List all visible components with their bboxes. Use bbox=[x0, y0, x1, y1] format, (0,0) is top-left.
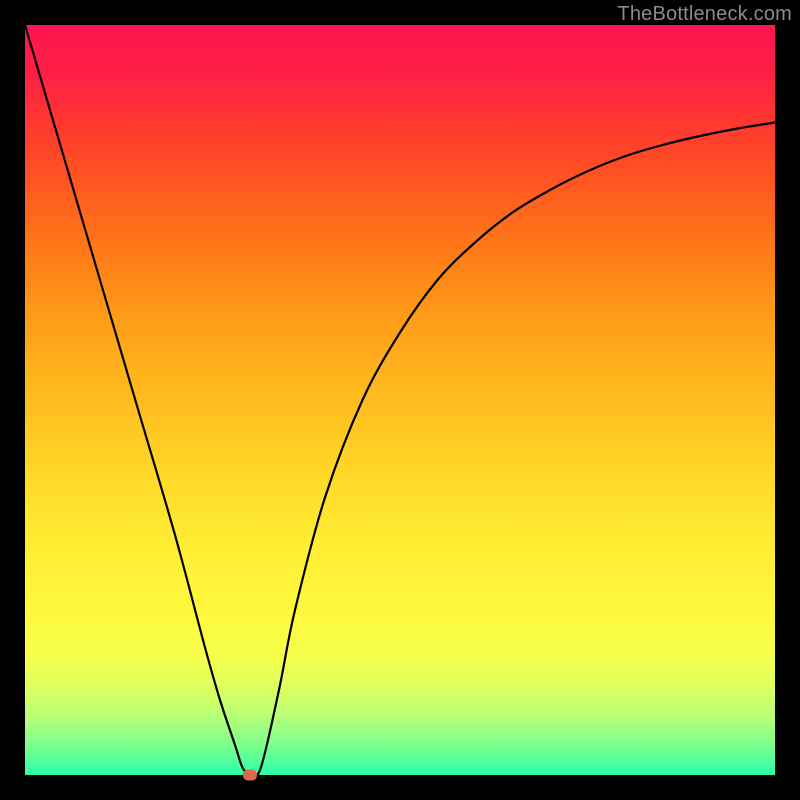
chart-frame: TheBottleneck.com bbox=[0, 0, 800, 800]
attribution-text: TheBottleneck.com bbox=[617, 3, 792, 26]
bottleneck-curve bbox=[25, 25, 775, 775]
plot-area bbox=[25, 25, 775, 775]
optimum-marker bbox=[243, 770, 257, 781]
